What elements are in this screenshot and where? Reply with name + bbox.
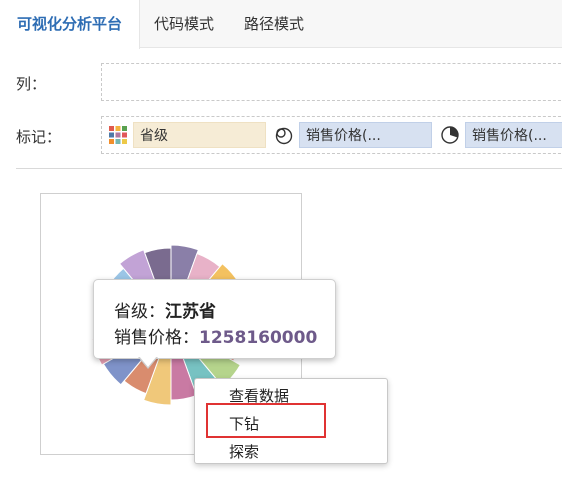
tooltip-province-value: 江苏省 xyxy=(165,302,216,322)
tooltip-province-line: 省级：江苏省 xyxy=(114,297,216,322)
tooltip-province-label: 省级： xyxy=(114,302,165,322)
tooltip-sales-value: 1258160000 xyxy=(199,328,318,348)
tooltip: 省级：江苏省 销售价格：1258160000 xyxy=(93,279,336,359)
tooltip-sales-label: 销售价格： xyxy=(114,328,199,348)
drill-down-highlight-box xyxy=(206,403,326,438)
tooltip-sales-line: 销售价格：1258160000 xyxy=(114,323,317,348)
tooltip-arrow-inner xyxy=(139,356,157,367)
menu-item-explore[interactable]: 探索 xyxy=(229,441,259,462)
